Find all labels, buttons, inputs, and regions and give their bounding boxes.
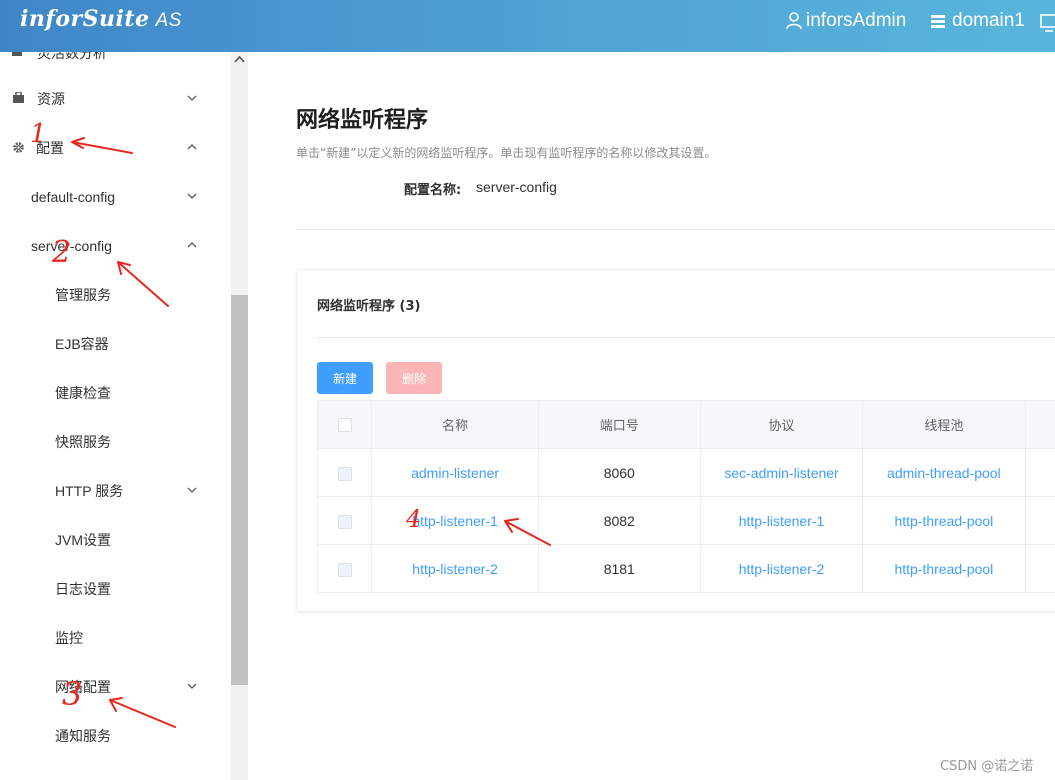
chart-icon <box>12 52 22 56</box>
chevron-down-icon[interactable] <box>187 191 197 201</box>
user-icon <box>786 12 802 30</box>
user-name: inforsAdmin <box>806 10 907 31</box>
listener-table: 名称 端口号 协议 线程池 admin-listener 8060 sec-ad… <box>316 400 1055 593</box>
row-select-cell <box>316 544 373 593</box>
divider <box>296 229 1055 230</box>
scroll-up-icon[interactable] <box>234 55 245 63</box>
port-cell: 8181 <box>537 544 701 593</box>
column-header-protocol[interactable]: 协议 <box>699 400 864 449</box>
chevron-down-icon[interactable] <box>187 93 197 103</box>
column-header-port[interactable]: 端口号 <box>537 400 701 449</box>
column-header-name[interactable]: 名称 <box>371 400 539 449</box>
sidebar-item-health[interactable]: 健康检查 <box>0 368 231 417</box>
extra-cell <box>1024 496 1055 545</box>
row-checkbox[interactable] <box>337 514 352 529</box>
page-title: 网络监听程序 <box>296 108 429 133</box>
app-logo[interactable]: inforSuite AS <box>20 6 182 32</box>
protocol-link[interactable]: http-listener-2 <box>699 544 864 593</box>
domain-menu[interactable]: domain1 <box>930 10 1025 32</box>
monitor-icon[interactable] <box>1040 14 1055 34</box>
port-cell: 8060 <box>537 448 701 497</box>
config-name-value: server-config <box>476 179 557 195</box>
sidebar-item-admin-service[interactable]: 管理服务 <box>0 270 231 319</box>
sidebar-item-network[interactable]: 网络配置 <box>0 662 231 711</box>
sidebar-item-resources[interactable]: 资源 <box>0 74 231 123</box>
domain-name: domain1 <box>952 10 1025 31</box>
delete-button[interactable]: 删除 <box>386 362 442 394</box>
sidebar-item-http[interactable]: HTTP 服务 <box>0 466 231 515</box>
chevron-up-icon[interactable] <box>187 142 197 152</box>
sidebar-scrollbar[interactable] <box>231 52 248 780</box>
sidebar-item-config[interactable]: 配置 <box>0 123 231 172</box>
thread-pool-link[interactable]: admin-thread-pool <box>862 448 1026 497</box>
sidebar-item-log[interactable]: 日志设置 <box>0 564 231 613</box>
table-row: http-listener-1 8082 http-listener-1 htt… <box>316 496 1055 545</box>
protocol-link[interactable]: sec-admin-listener <box>699 448 864 497</box>
card-title: 网络监听程序 (3) <box>317 299 421 314</box>
sidebar-item-server-config[interactable]: server-config <box>0 221 231 270</box>
column-header-pool[interactable]: 线程池 <box>862 400 1026 449</box>
thread-pool-link[interactable]: http-thread-pool <box>862 544 1026 593</box>
select-all-cell <box>316 400 373 449</box>
server-icon <box>931 15 945 28</box>
row-select-cell <box>316 496 373 545</box>
port-cell: 8082 <box>537 496 701 545</box>
table-row: http-listener-2 8181 http-listener-2 htt… <box>316 544 1055 593</box>
row-checkbox[interactable] <box>337 562 352 577</box>
thread-pool-link[interactable]: http-thread-pool <box>862 496 1026 545</box>
page-description: 单击“新建”以定义新的网络监听程序。单击现有监听程序的名称以修改其设置。 <box>296 146 717 160</box>
row-checkbox[interactable] <box>337 466 352 481</box>
table-row: admin-listener 8060 sec-admin-listener a… <box>316 448 1055 497</box>
extra-cell <box>1024 448 1055 497</box>
sidebar-item-monitor[interactable]: 监控 <box>0 613 231 662</box>
config-name-label: 配置名称: <box>404 183 462 198</box>
chevron-up-icon[interactable] <box>187 240 197 250</box>
sidebar-item-notify[interactable]: 通知服务 <box>0 711 231 760</box>
watermark: CSDN @诺之诺 <box>940 759 1034 774</box>
select-all-checkbox[interactable] <box>337 417 352 432</box>
row-select-cell <box>316 448 373 497</box>
user-menu[interactable]: inforsAdmin <box>786 10 906 32</box>
divider <box>317 337 1055 338</box>
table-header-row: 名称 端口号 协议 线程池 <box>316 400 1055 449</box>
main-content: 网络监听程序 单击“新建”以定义新的网络监听程序。单击现有监听程序的名称以修改其… <box>248 52 1055 780</box>
column-header-extra <box>1024 400 1055 449</box>
extra-cell <box>1024 544 1055 593</box>
sidebar-item-default-config[interactable]: default-config <box>0 172 231 221</box>
sidebar-item-ejb[interactable]: EJB容器 <box>0 319 231 368</box>
gear-icon <box>13 142 24 153</box>
listener-name-link[interactable]: http-listener-1 <box>371 496 539 545</box>
bag-icon <box>13 92 24 103</box>
listener-card: 网络监听程序 (3) 新建 删除 名称 端口号 协议 线程池 admin-lis… <box>296 269 1055 612</box>
sidebar-item-snapshot[interactable]: 快照服务 <box>0 417 231 466</box>
top-bar: inforSuite AS inforsAdmin domain1 <box>0 0 1055 52</box>
listener-name-link[interactable]: http-listener-2 <box>371 544 539 593</box>
sidebar-item-jvm[interactable]: JVM设置 <box>0 515 231 564</box>
listener-name-link[interactable]: admin-listener <box>371 448 539 497</box>
scrollbar-thumb[interactable] <box>231 295 248 685</box>
chevron-down-icon[interactable] <box>187 681 197 691</box>
sidebar: 灵活数分析 资源 配置 default-config server-config… <box>0 52 231 780</box>
protocol-link[interactable]: http-listener-1 <box>699 496 864 545</box>
new-button[interactable]: 新建 <box>317 362 373 394</box>
chevron-down-icon[interactable] <box>187 485 197 495</box>
